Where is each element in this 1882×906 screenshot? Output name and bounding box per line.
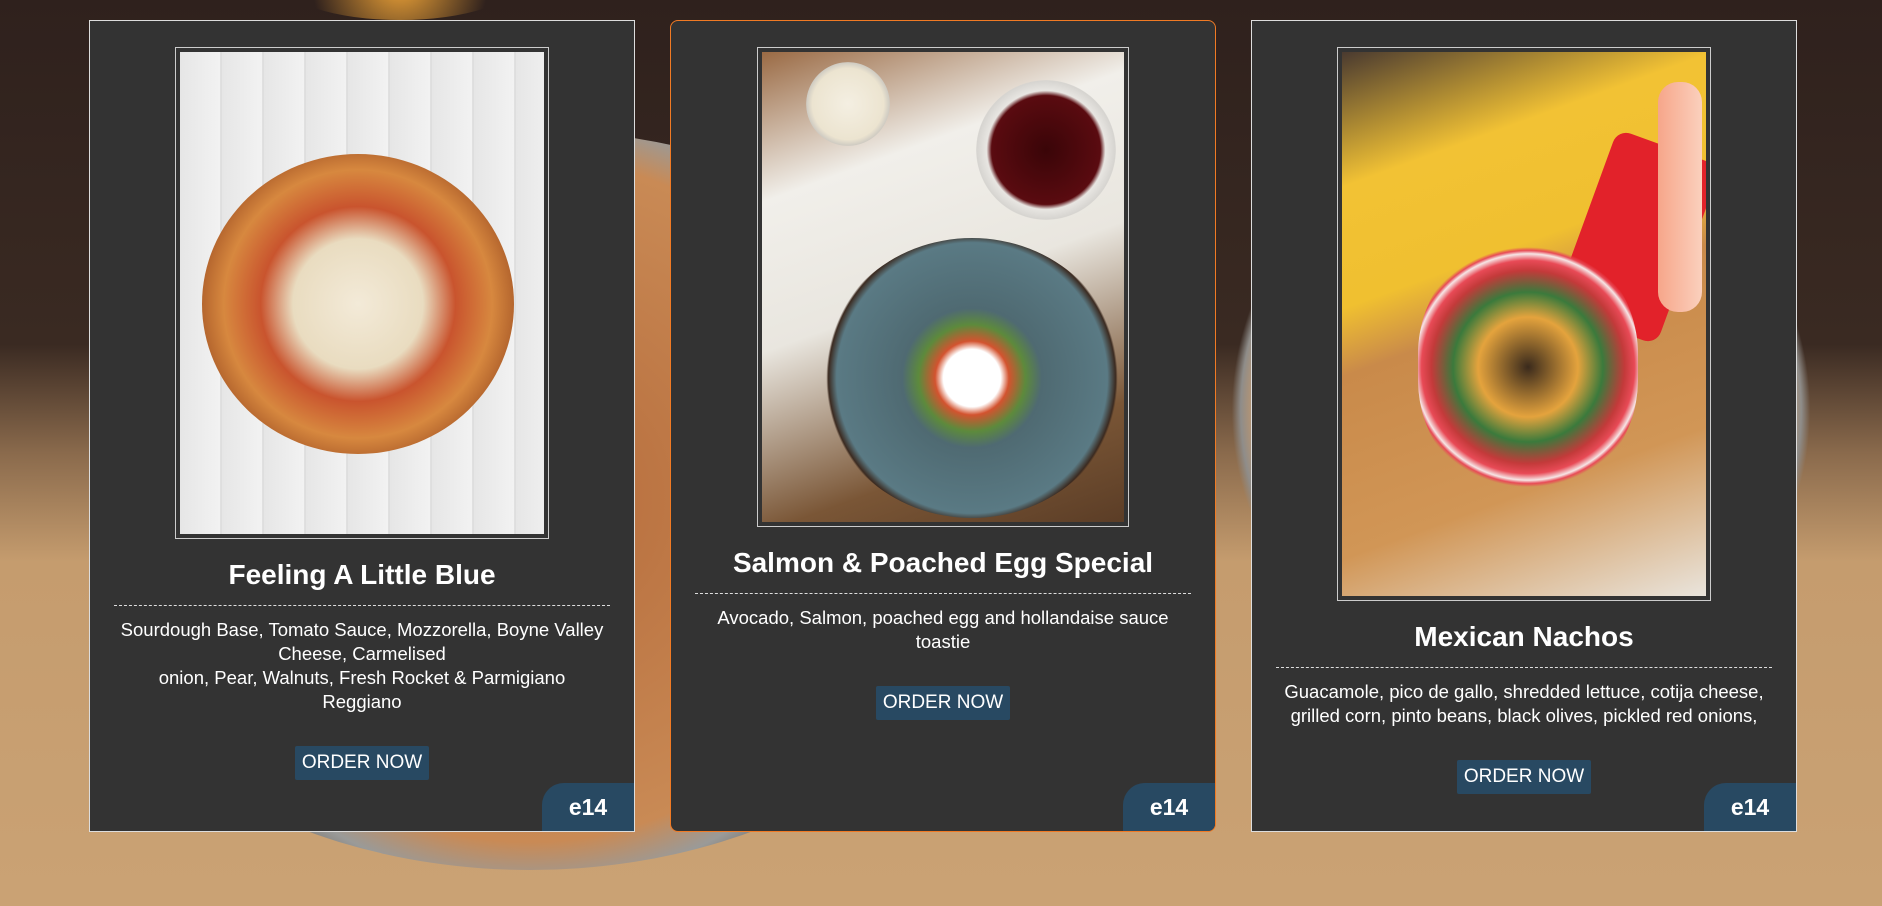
card-title: Mexican Nachos <box>1414 621 1634 652</box>
divider <box>695 593 1191 594</box>
card-description: Sourdough Base, Tomato Sauce, Mozzorella… <box>117 618 607 714</box>
card-image-frame <box>1337 47 1711 601</box>
description-line: Sourdough Base, Tomato Sauce, Mozzorella… <box>120 619 604 664</box>
price-badge: e14 <box>1704 783 1796 831</box>
card-image-frame <box>757 47 1129 527</box>
price-badge: e14 <box>542 783 634 831</box>
menu-card-feeling-a-little-blue: Feeling A Little Blue Sourdough Base, To… <box>89 20 635 832</box>
menu-card-mexican-nachos: Mexican Nachos Guacamole, pico de gallo,… <box>1251 20 1797 832</box>
divider <box>1276 667 1772 668</box>
description-line: onion, Pear, Walnuts, Fresh Rocket & Par… <box>158 667 566 712</box>
salmon-egg-photo <box>762 52 1124 522</box>
menu-card-salmon-poached-egg: Salmon & Poached Egg Special Avocado, Sa… <box>670 20 1216 832</box>
card-title: Feeling A Little Blue <box>228 559 496 590</box>
card-image-frame <box>175 47 549 539</box>
divider <box>114 605 610 606</box>
card-description: Avocado, Salmon, poached egg and holland… <box>717 607 1169 652</box>
menu-cards: Feeling A Little Blue Sourdough Base, To… <box>0 0 1882 906</box>
order-now-button[interactable]: ORDER NOW <box>875 686 1011 720</box>
pizza-photo <box>180 52 544 534</box>
order-now-button[interactable]: ORDER NOW <box>294 746 430 780</box>
price-badge: e14 <box>1123 783 1215 831</box>
order-now-button[interactable]: ORDER NOW <box>1456 760 1592 794</box>
card-title: Salmon & Poached Egg Special <box>732 547 1154 578</box>
card-description: Guacamole, pico de gallo, shredded lettu… <box>1284 681 1764 726</box>
nachos-photo <box>1342 52 1706 596</box>
